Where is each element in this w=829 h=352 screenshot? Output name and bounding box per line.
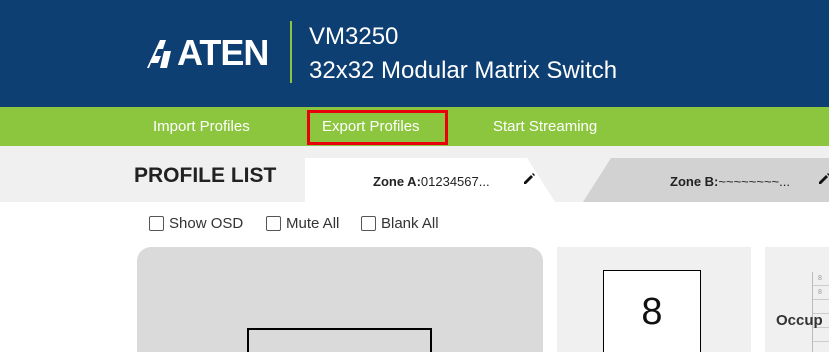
grid-cell: 8	[813, 286, 829, 300]
output-number-box[interactable]: 8	[603, 270, 701, 352]
logo-text: ATEN	[177, 32, 269, 73]
product-name: 32x32 Modular Matrix Switch	[309, 57, 618, 84]
blank-all-option[interactable]: Blank All	[361, 213, 439, 233]
mute-all-checkbox[interactable]	[266, 215, 281, 231]
start-streaming-button[interactable]: Start Streaming	[493, 107, 597, 146]
grid-cell: 8	[813, 272, 829, 286]
grid-cell	[813, 328, 829, 342]
aten-logo: ATEN	[147, 32, 269, 73]
tab-zone-a-prefix: Zone A:	[373, 174, 421, 189]
tab-zone-a-value: 01234567...	[420, 174, 490, 189]
tab-zone-b-label: Zone B:~~~~~~~~...	[670, 174, 790, 189]
show-osd-checkbox[interactable]	[149, 215, 164, 231]
screen-layout-box[interactable]	[247, 328, 432, 352]
tab-zone-b[interactable]: Zone B:~~~~~~~~...	[583, 158, 829, 202]
occupancy-label: Occup	[776, 312, 823, 329]
header-divider	[290, 21, 292, 83]
import-profiles-button[interactable]: Import Profiles	[153, 107, 250, 146]
tab-zone-b-value: ~~~~~~~~...	[718, 174, 790, 189]
blank-all-checkbox[interactable]	[361, 215, 376, 231]
pencil-icon[interactable]	[817, 172, 829, 186]
mute-all-option[interactable]: Mute All	[266, 213, 339, 233]
export-profiles-highlight	[307, 110, 448, 145]
profile-list-title: PROFILE LIST	[134, 164, 277, 187]
pencil-icon[interactable]	[522, 172, 536, 186]
show-osd-option[interactable]: Show OSD	[149, 213, 243, 233]
aten-logo-icon	[147, 40, 171, 68]
model-name: VM3250	[309, 23, 399, 50]
show-osd-label: Show OSD	[169, 214, 244, 232]
tab-zone-b-prefix: Zone B:	[670, 174, 719, 189]
app-header: ATEN VM3250 32x32 Modular Matrix Switch	[0, 0, 829, 107]
blank-all-label: Blank All	[381, 214, 439, 232]
mute-all-label: Mute All	[286, 214, 340, 232]
tab-zone-a[interactable]: Zone A:01234567...	[305, 158, 555, 202]
tab-zone-a-label: Zone A:01234567...	[373, 174, 490, 189]
